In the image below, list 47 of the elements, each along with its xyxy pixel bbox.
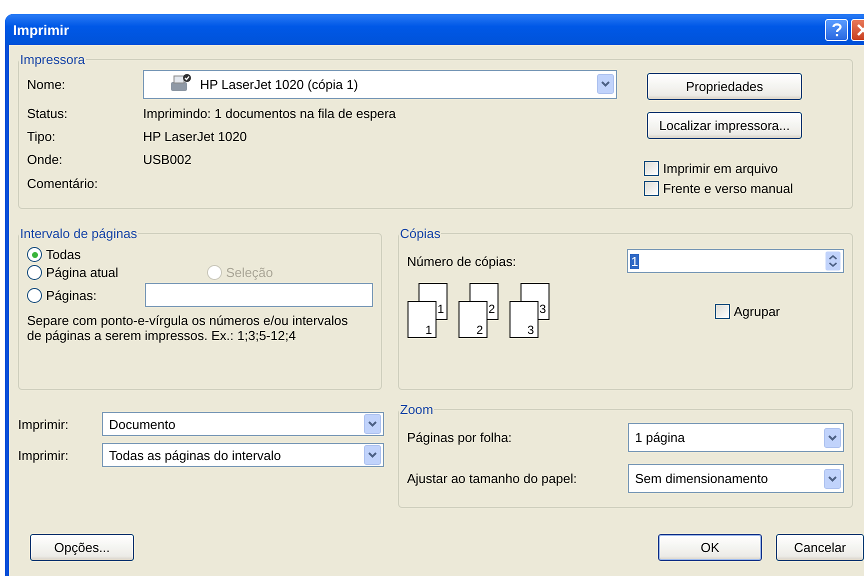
copies-spinner[interactable]: 1 [627,249,844,273]
spin-arrows-icon [825,251,841,271]
options-button[interactable]: Opções... [30,534,134,561]
radio-option[interactable]: Todas [27,247,373,262]
zoom-select[interactable]: 1 página [628,423,844,452]
field-value: HP LaserJet 1020 [143,129,247,144]
field-label: Número de cópias: [407,254,516,268]
chevron-down-icon [824,428,841,448]
print-select[interactable]: Todas as páginas do intervalo [102,443,384,467]
cancel-button[interactable]: Cancelar [776,534,864,561]
field-label: Tipo: [27,129,56,144]
group-title: Zoom [399,402,434,417]
group-title: Intervalo de páginas [19,226,138,241]
ok-button[interactable]: OK [658,534,762,561]
collate-pages-drawing: 1 1 2 2 3 3 [407,283,557,339]
help-button[interactable] [825,18,848,40]
chevron-down-icon [364,445,381,465]
group-title: Impressora [19,52,86,67]
field-label: Status: [27,106,68,121]
properties-button[interactable]: Propriedades [647,73,802,100]
checkbox-option[interactable]: Frente e verso manual [644,181,794,196]
print-select[interactable]: Documento [102,412,384,436]
collate-checkbox[interactable]: Agrupar [714,304,780,318]
field-value: USB002 [143,152,192,167]
field-label: Páginas por folha: [407,430,512,445]
field-label: Comentário: [27,176,99,190]
radio-option[interactable]: Página atual [27,265,207,280]
radio-option[interactable]: Páginas: [27,288,145,302]
printer-select[interactable]: HP LaserJet 1020 (cópia 1) [143,70,617,98]
find-printer-button[interactable]: Localizar impressora... [647,112,802,139]
field-label: Imprimir: [18,448,70,462]
field-label: Nome: [27,76,66,92]
printer-icon [168,74,192,94]
chevron-down-icon [824,468,841,488]
help-icon [832,22,842,36]
chevron-down-icon [364,414,381,434]
zoom-select[interactable]: Sem dimensionamento [628,464,844,493]
group-title: Cópias [399,226,442,241]
field-label: Ajustar ao tamanho do papel: [407,471,577,486]
field-value: Imprimindo: 1 documentos na fila de espera [143,106,396,121]
field-label: Imprimir: [18,416,70,432]
pages-input[interactable] [145,283,373,307]
chevron-down-icon [597,74,614,94]
checkbox-option[interactable]: Imprimir em arquivo [644,161,794,176]
hint-text: Separe com ponto-e-vírgula os números e/ou intervalos de páginas a serem impressos. Ex.: 1;3;5-12;4 [27,313,349,343]
field-label: Onde: [27,152,64,167]
window-title: Imprimir [13,22,70,38]
